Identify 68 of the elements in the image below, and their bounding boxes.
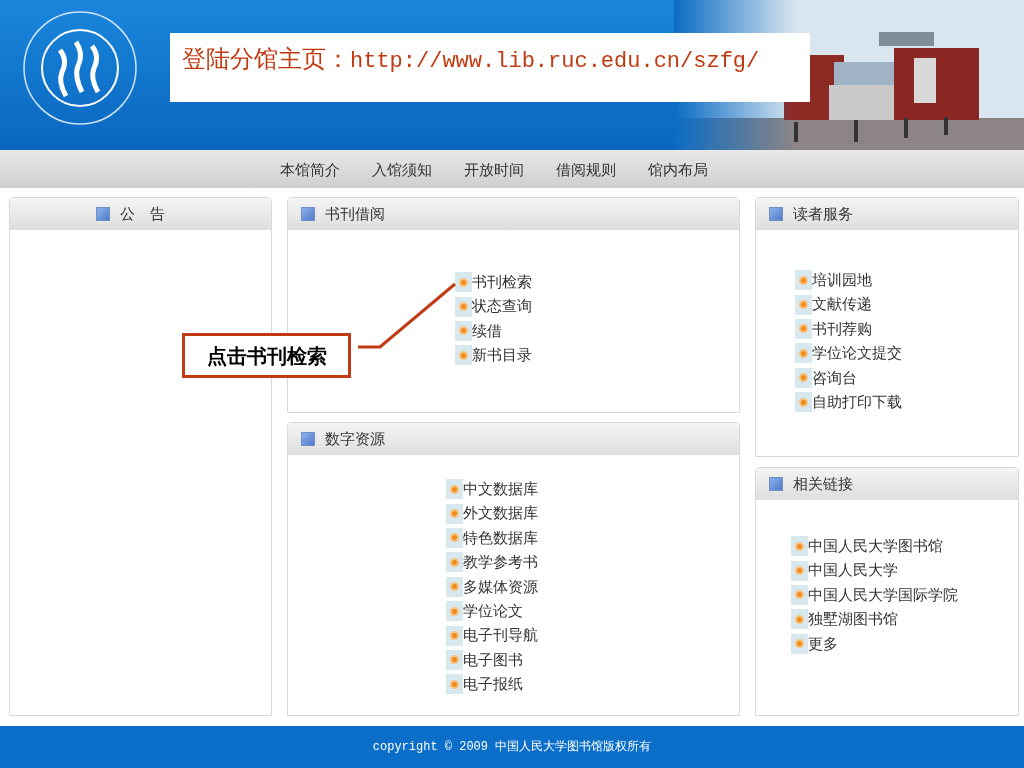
panel-title: 数字资源: [325, 428, 385, 449]
menu-link[interactable]: 书刊荐购: [812, 317, 872, 341]
logo-icon: [22, 10, 138, 126]
bullet-icon: [795, 294, 812, 315]
bullet-icon: [795, 318, 812, 339]
square-icon: [769, 477, 783, 491]
bullet-icon: [446, 601, 463, 622]
panel-title: 相关链接: [793, 473, 853, 494]
bullet-icon: [791, 536, 808, 557]
menu-link[interactable]: 状态查询: [472, 295, 532, 318]
bullet-icon: [446, 503, 463, 524]
copyright-text: copyright © 2009 中国人民大学图书馆版权所有: [372, 739, 652, 756]
menu-link[interactable]: 特色数据库: [463, 526, 538, 550]
square-icon: [301, 207, 315, 221]
menu-link[interactable]: 电子刊导航: [463, 624, 538, 647]
banner-label: 登陆分馆主页：: [182, 46, 350, 72]
panel-title: 书刊借阅: [325, 203, 385, 224]
menu-link[interactable]: 更多: [808, 632, 838, 655]
menu-link[interactable]: 咨询台: [812, 366, 857, 389]
menu-link[interactable]: 多媒体资源: [463, 575, 538, 598]
bullet-icon: [795, 367, 812, 388]
menu-link[interactable]: 电子图书: [463, 648, 523, 672]
bullet-icon: [446, 552, 463, 573]
bullet-icon: [791, 633, 808, 654]
bullet-icon: [455, 320, 472, 341]
square-icon: [769, 207, 783, 221]
menu-link[interactable]: 中文数据库: [463, 477, 538, 501]
menu-link[interactable]: 中国人民大学图书馆: [808, 534, 943, 558]
nav-link[interactable]: 借阅规则: [556, 158, 616, 182]
menu-link[interactable]: 自助打印下载: [812, 390, 902, 414]
bullet-icon: [455, 296, 472, 317]
bullet-icon: [795, 270, 812, 291]
bullet-icon: [446, 625, 463, 646]
nav-link[interactable]: 本馆简介: [280, 158, 340, 182]
square-icon: [301, 432, 315, 446]
nav-link[interactable]: 入馆须知: [372, 158, 432, 182]
menu-link[interactable]: 独墅湖图书馆: [808, 608, 898, 631]
square-icon: [96, 207, 110, 221]
menu-link[interactable]: 新书目录: [472, 344, 532, 367]
callout-box: 点击书刊检索: [182, 333, 351, 378]
bullet-icon: [446, 649, 463, 670]
menu-link[interactable]: 文献传递: [812, 293, 872, 316]
menu-link[interactable]: 书刊检索: [472, 270, 532, 294]
nav-link[interactable]: 馆内布局: [648, 158, 708, 182]
menu-link[interactable]: 学位论文提交: [812, 342, 902, 365]
panel-title: 公 告: [120, 203, 165, 224]
menu-link[interactable]: 外文数据库: [463, 502, 538, 525]
nav-link[interactable]: 开放时间: [464, 158, 524, 182]
bullet-icon: [791, 609, 808, 630]
bullet-icon: [795, 343, 812, 364]
bullet-icon: [455, 345, 472, 366]
banner-link[interactable]: http://www.lib.ruc.edu.cn/szfg/: [350, 49, 760, 74]
bullet-icon: [791, 584, 808, 605]
menu-link[interactable]: 学位论文: [463, 599, 523, 623]
bullet-icon: [446, 527, 463, 548]
menu-link[interactable]: 培训园地: [812, 268, 872, 292]
panel-title: 读者服务: [793, 203, 853, 224]
menu-link[interactable]: 电子报纸: [463, 673, 523, 696]
menu-link[interactable]: 续借: [472, 319, 502, 343]
bullet-icon: [446, 576, 463, 597]
bullet-icon: [446, 674, 463, 695]
bullet-icon: [455, 272, 472, 293]
menu-link[interactable]: 教学参考书: [463, 551, 538, 574]
menu-link[interactable]: 中国人民大学: [808, 559, 898, 582]
menu-link[interactable]: 中国人民大学国际学院: [808, 583, 958, 607]
bullet-icon: [446, 479, 463, 500]
bullet-icon: [795, 392, 812, 413]
bullet-icon: [791, 560, 808, 581]
